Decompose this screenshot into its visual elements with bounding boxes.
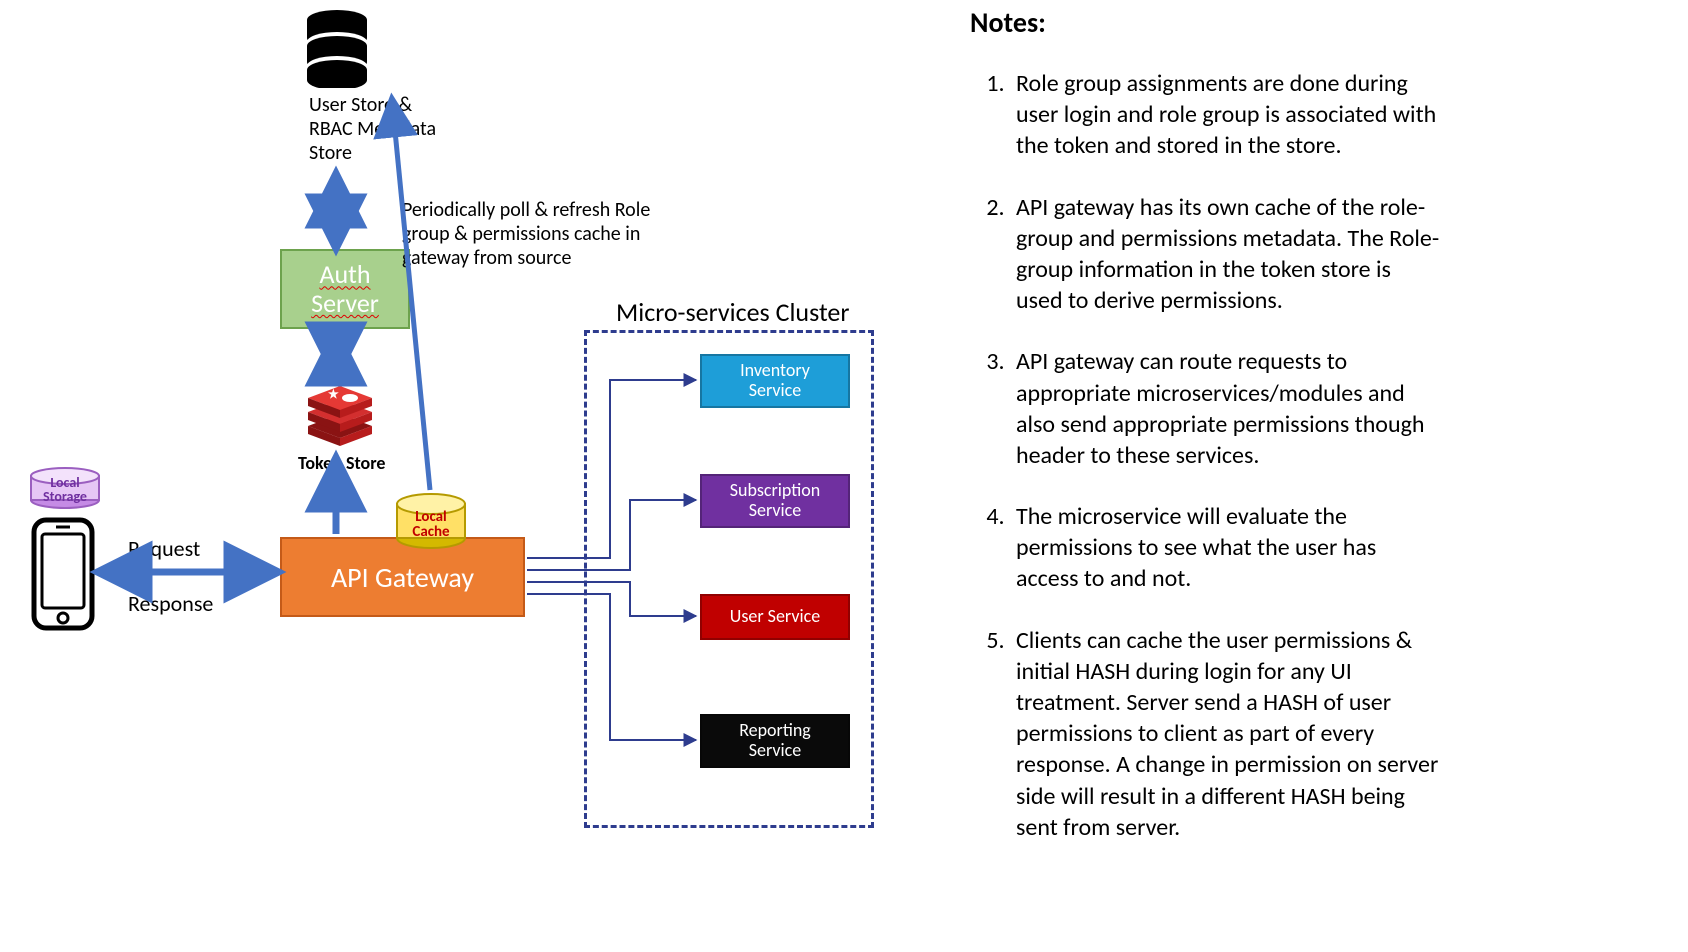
note-item-5: Clients can cache the user permissions &… [1010, 625, 1440, 843]
note-item-3: API gateway can route requests to approp… [1010, 346, 1440, 471]
note-item-1: Role group assignments are done during u… [1010, 68, 1440, 162]
subscription-line1: Subscription [730, 479, 821, 501]
note-item-4: The microservice will evaluate the permi… [1010, 501, 1440, 595]
note-item-2: API gateway has its own cache of the rol… [1010, 192, 1440, 317]
reporting-line2: Service [749, 739, 802, 761]
user-service-box: User Service [700, 594, 850, 640]
user-service-label: User Service [730, 607, 820, 627]
local-cache-line2: Cache [412, 523, 449, 541]
poll-refresh-label: Periodically poll & refresh Role group &… [402, 198, 662, 270]
poll-line1: Periodically poll & refresh Role [402, 198, 650, 222]
auth-server-line2: Server [311, 287, 379, 319]
user-store-label-line3: Store [309, 141, 352, 165]
subscription-line2: Service [749, 499, 802, 521]
notes-panel: Notes: Role group assignments are done d… [970, 5, 1440, 873]
notes-title: Notes: [970, 5, 1440, 40]
auth-server-box: Auth Server [280, 249, 410, 329]
inventory-line1: Inventory [740, 359, 810, 381]
cluster-title: Micro-services Cluster [616, 296, 849, 328]
user-store-label-line2: RBAC Metadata [309, 117, 436, 141]
user-store-label-line1: User Store & [309, 93, 412, 117]
inventory-line2: Service [749, 379, 802, 401]
poll-line3: gateway from source [402, 246, 571, 270]
database-icon [302, 8, 372, 88]
reporting-service-box: Reporting Service [700, 714, 850, 768]
svg-text:★: ★ [328, 388, 339, 402]
reporting-line1: Reporting [739, 719, 811, 741]
subscription-service-box: Subscription Service [700, 474, 850, 528]
user-store-label: User Store & RBAC Metadata Store [309, 93, 469, 165]
auth-server-line1: Auth [319, 258, 370, 290]
poll-line2: group & permissions cache in [402, 222, 640, 246]
local-storage-line2: Storage [43, 488, 87, 505]
token-store-label: Token Store [298, 452, 385, 474]
api-gateway-label: API Gateway [331, 560, 474, 595]
notes-list: Role group assignments are done during u… [970, 68, 1440, 843]
local-cache-label: Local Cache [400, 510, 462, 540]
local-storage-label: Local Storage [36, 476, 94, 504]
redis-icon: ★ [300, 376, 380, 452]
mobile-phone-icon [30, 516, 96, 632]
response-label: Response [128, 590, 213, 617]
request-label: Request [128, 535, 200, 562]
inventory-service-box: Inventory Service [700, 354, 850, 408]
